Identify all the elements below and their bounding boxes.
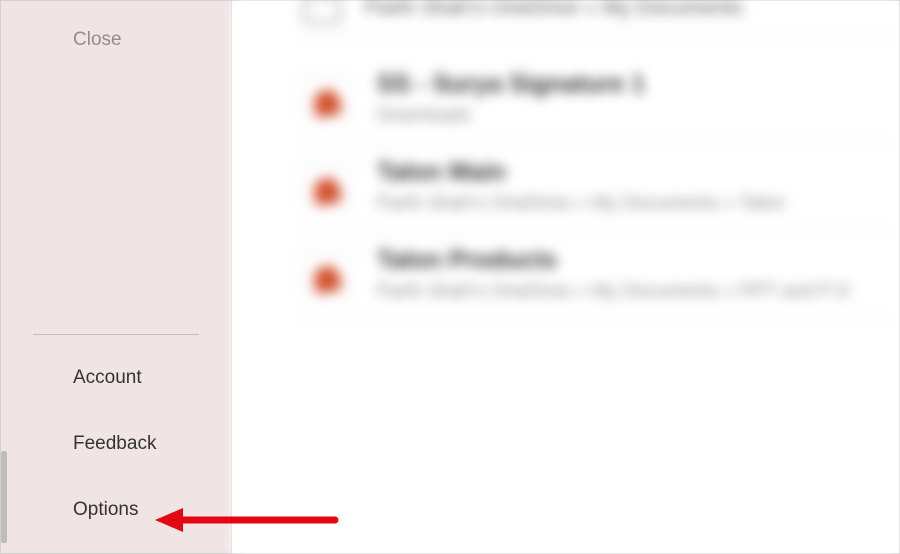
sidebar-top-group: Close: [1, 1, 231, 65]
file-title: SS - Surya Signature 1: [377, 70, 645, 99]
file-meta: Talon Products Parth Shah's OneDrive » M…: [377, 246, 850, 303]
account-menu-item[interactable]: Account: [1, 345, 231, 411]
recent-files-list: SS - Surya Signature 1 Downloads Talon M…: [303, 56, 899, 320]
powerpoint-file-icon: [303, 75, 351, 123]
sidebar-divider: [33, 334, 199, 335]
list-item[interactable]: Talon Main Parth Shah's OneDrive » My Do…: [303, 144, 899, 232]
breadcrumb[interactable]: Parth Shah's OneDrive » My Documents: [303, 1, 899, 38]
main-content: Parth Shah's OneDrive » My Documents SS …: [233, 1, 899, 553]
options-menu-item[interactable]: Options: [1, 477, 231, 543]
scroll-indicator: [1, 451, 7, 543]
file-path: Downloads: [377, 105, 645, 127]
folder-icon: [303, 0, 341, 23]
powerpoint-file-icon: [303, 163, 351, 211]
close-menu-item[interactable]: Close: [1, 15, 231, 65]
file-title: Talon Main: [377, 158, 785, 187]
file-meta: Talon Main Parth Shah's OneDrive » My Do…: [377, 158, 785, 215]
backstage-sidebar: Close Account Feedback Options: [1, 1, 232, 553]
file-meta: SS - Surya Signature 1 Downloads: [377, 70, 645, 127]
file-path: Parth Shah's OneDrive » My Documents » T…: [377, 193, 785, 215]
feedback-menu-item[interactable]: Feedback: [1, 411, 231, 477]
list-item[interactable]: Talon Products Parth Shah's OneDrive » M…: [303, 232, 899, 320]
file-path: Parth Shah's OneDrive » My Documents » P…: [377, 281, 850, 303]
sidebar-bottom-group: Account Feedback Options: [1, 316, 231, 543]
list-item[interactable]: SS - Surya Signature 1 Downloads: [303, 56, 899, 144]
file-title: Talon Products: [377, 246, 850, 275]
breadcrumb-text: Parth Shah's OneDrive » My Documents: [365, 0, 743, 20]
powerpoint-file-icon: [303, 251, 351, 299]
